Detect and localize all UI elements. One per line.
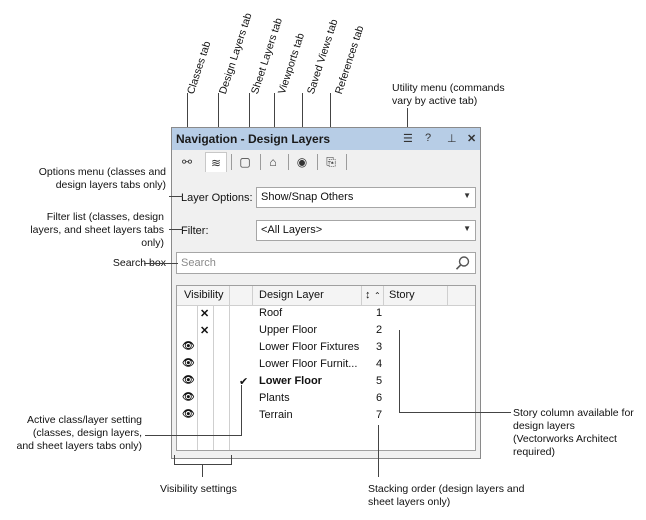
stacking-order: 1 — [376, 307, 383, 319]
table-row[interactable]: 👁 Plants 6 — [177, 391, 475, 408]
stacking-order: 6 — [376, 392, 383, 404]
sort-up-icon: ⌃ — [374, 291, 381, 300]
pin-icon[interactable]: ⊥ — [447, 132, 457, 145]
design-layers-icon: ≋ — [210, 156, 222, 170]
layer-name[interactable]: Lower Floor Fixtures — [259, 341, 359, 353]
eye-icon[interactable]: 👁 — [182, 392, 195, 403]
help-icon[interactable]: ? — [425, 132, 431, 144]
layer-name[interactable]: Lower Floor Furnit... — [259, 358, 357, 370]
tab-classes[interactable]: ⚯ — [176, 152, 198, 172]
layer-options-value: Show/Snap Others — [261, 191, 354, 203]
viewports-icon: ⌂ — [269, 155, 277, 169]
saved-views-icon: ◉ — [296, 155, 308, 169]
viewports-tab-label: Viewports tab — [276, 31, 308, 96]
filter-value: <All Layers> — [261, 224, 323, 236]
filter-dropdown[interactable]: <All Layers> ▼ — [256, 220, 476, 241]
filter-label: Filter: — [181, 225, 209, 237]
active-setting-callout: Active class/layer setting (classes, des… — [16, 414, 143, 452]
eye-icon[interactable]: 👁 — [182, 409, 195, 420]
tab-design-layers[interactable]: ≋ — [205, 152, 227, 172]
chevron-down-icon: ▼ — [463, 191, 471, 200]
layer-name[interactable]: Upper Floor — [259, 324, 317, 336]
table-row[interactable]: ✕ Upper Floor 2 — [177, 323, 475, 340]
story-column-callout: Story column available for design layers… — [513, 407, 634, 458]
stacking-order: 4 — [376, 358, 383, 370]
design-layers-tab-label: Design Layers tab — [217, 11, 255, 96]
col-visibility[interactable]: Visibility — [184, 289, 224, 301]
layer-table: Visibility Design Layer ↕ ⌃ Story ✕ Roof 1… — [176, 285, 476, 451]
col-design-layer[interactable]: Design Layer — [259, 289, 324, 301]
layer-name[interactable]: Plants — [259, 392, 290, 404]
layer-options-dropdown[interactable]: Show/Snap Others ▼ — [256, 187, 476, 208]
eye-icon[interactable]: 👁 — [182, 375, 195, 386]
stacking-order: 5 — [376, 375, 383, 387]
table-row[interactable]: 👁 Terrain 7 — [177, 408, 475, 425]
eye-icon[interactable]: 👁 — [182, 341, 195, 352]
col-story[interactable]: Story — [389, 289, 415, 301]
stacking-order: 3 — [376, 341, 383, 353]
tab-sheet-layers[interactable]: ▢ — [234, 152, 256, 172]
layer-name[interactable]: Lower Floor — [259, 375, 322, 387]
visibility-settings-callout: Visibility settings — [160, 483, 237, 495]
palette-titlebar[interactable]: Navigation - Design Layers ☰ ? ⊥ ✕ — [172, 128, 480, 150]
filter-list-callout: Filter list (classes, design layers, and… — [30, 211, 164, 249]
chevron-down-icon: ▼ — [463, 224, 471, 233]
layer-name[interactable]: Terrain — [259, 409, 293, 421]
stacking-order: 2 — [376, 324, 383, 336]
palette-title: Navigation - Design Layers — [176, 132, 331, 146]
classes-tab-label: Classes tab — [185, 39, 214, 96]
table-row[interactable]: ✕ Roof 1 — [177, 306, 475, 323]
eye-icon[interactable]: 👁 — [182, 358, 195, 369]
search-icon — [455, 256, 470, 270]
tab-saved-views[interactable]: ◉ — [291, 152, 313, 172]
stacking-order-callout: Stacking order (design layers and sheet … — [368, 483, 525, 508]
table-row[interactable]: 👁 Lower Floor Furnit... 4 — [177, 357, 475, 374]
references-icon: ⎘ — [326, 155, 336, 169]
table-row[interactable]: 👁 Lower Floor Fixtures 3 — [177, 340, 475, 357]
layer-name[interactable]: Roof — [259, 307, 282, 319]
table-header: Visibility Design Layer ↕ ⌃ Story — [177, 286, 475, 306]
menu-icon[interactable]: ☰ — [403, 132, 413, 145]
table-row[interactable]: 👁 ✔ Lower Floor 5 — [177, 374, 475, 391]
invisible-icon[interactable]: ✕ — [200, 307, 209, 320]
options-menu-callout: Options menu (classes and design layers … — [38, 166, 166, 191]
classes-icon: ⚯ — [181, 155, 193, 169]
layer-options-label: Layer Options: — [181, 192, 253, 204]
sheet-layers-icon: ▢ — [239, 155, 251, 169]
navigation-palette: Navigation - Design Layers ☰ ? ⊥ ✕ ⚯ ≋ ▢… — [171, 127, 481, 459]
close-icon[interactable]: ✕ — [467, 132, 476, 145]
tab-references[interactable]: ⎘ — [320, 152, 342, 172]
references-tab-label: References tab — [333, 24, 367, 96]
invisible-icon[interactable]: ✕ — [200, 324, 209, 337]
col-order[interactable]: ↕ — [365, 289, 371, 301]
utility-menu-callout: Utility menu (commands vary by active ta… — [392, 82, 505, 107]
search-input[interactable]: Search — [176, 252, 476, 274]
stacking-order: 7 — [376, 409, 383, 421]
tab-bar: ⚯ ≋ ▢ ⌂ ◉ ⎘ — [172, 150, 480, 174]
search-placeholder: Search — [181, 257, 216, 269]
tab-viewports[interactable]: ⌂ — [262, 152, 284, 172]
